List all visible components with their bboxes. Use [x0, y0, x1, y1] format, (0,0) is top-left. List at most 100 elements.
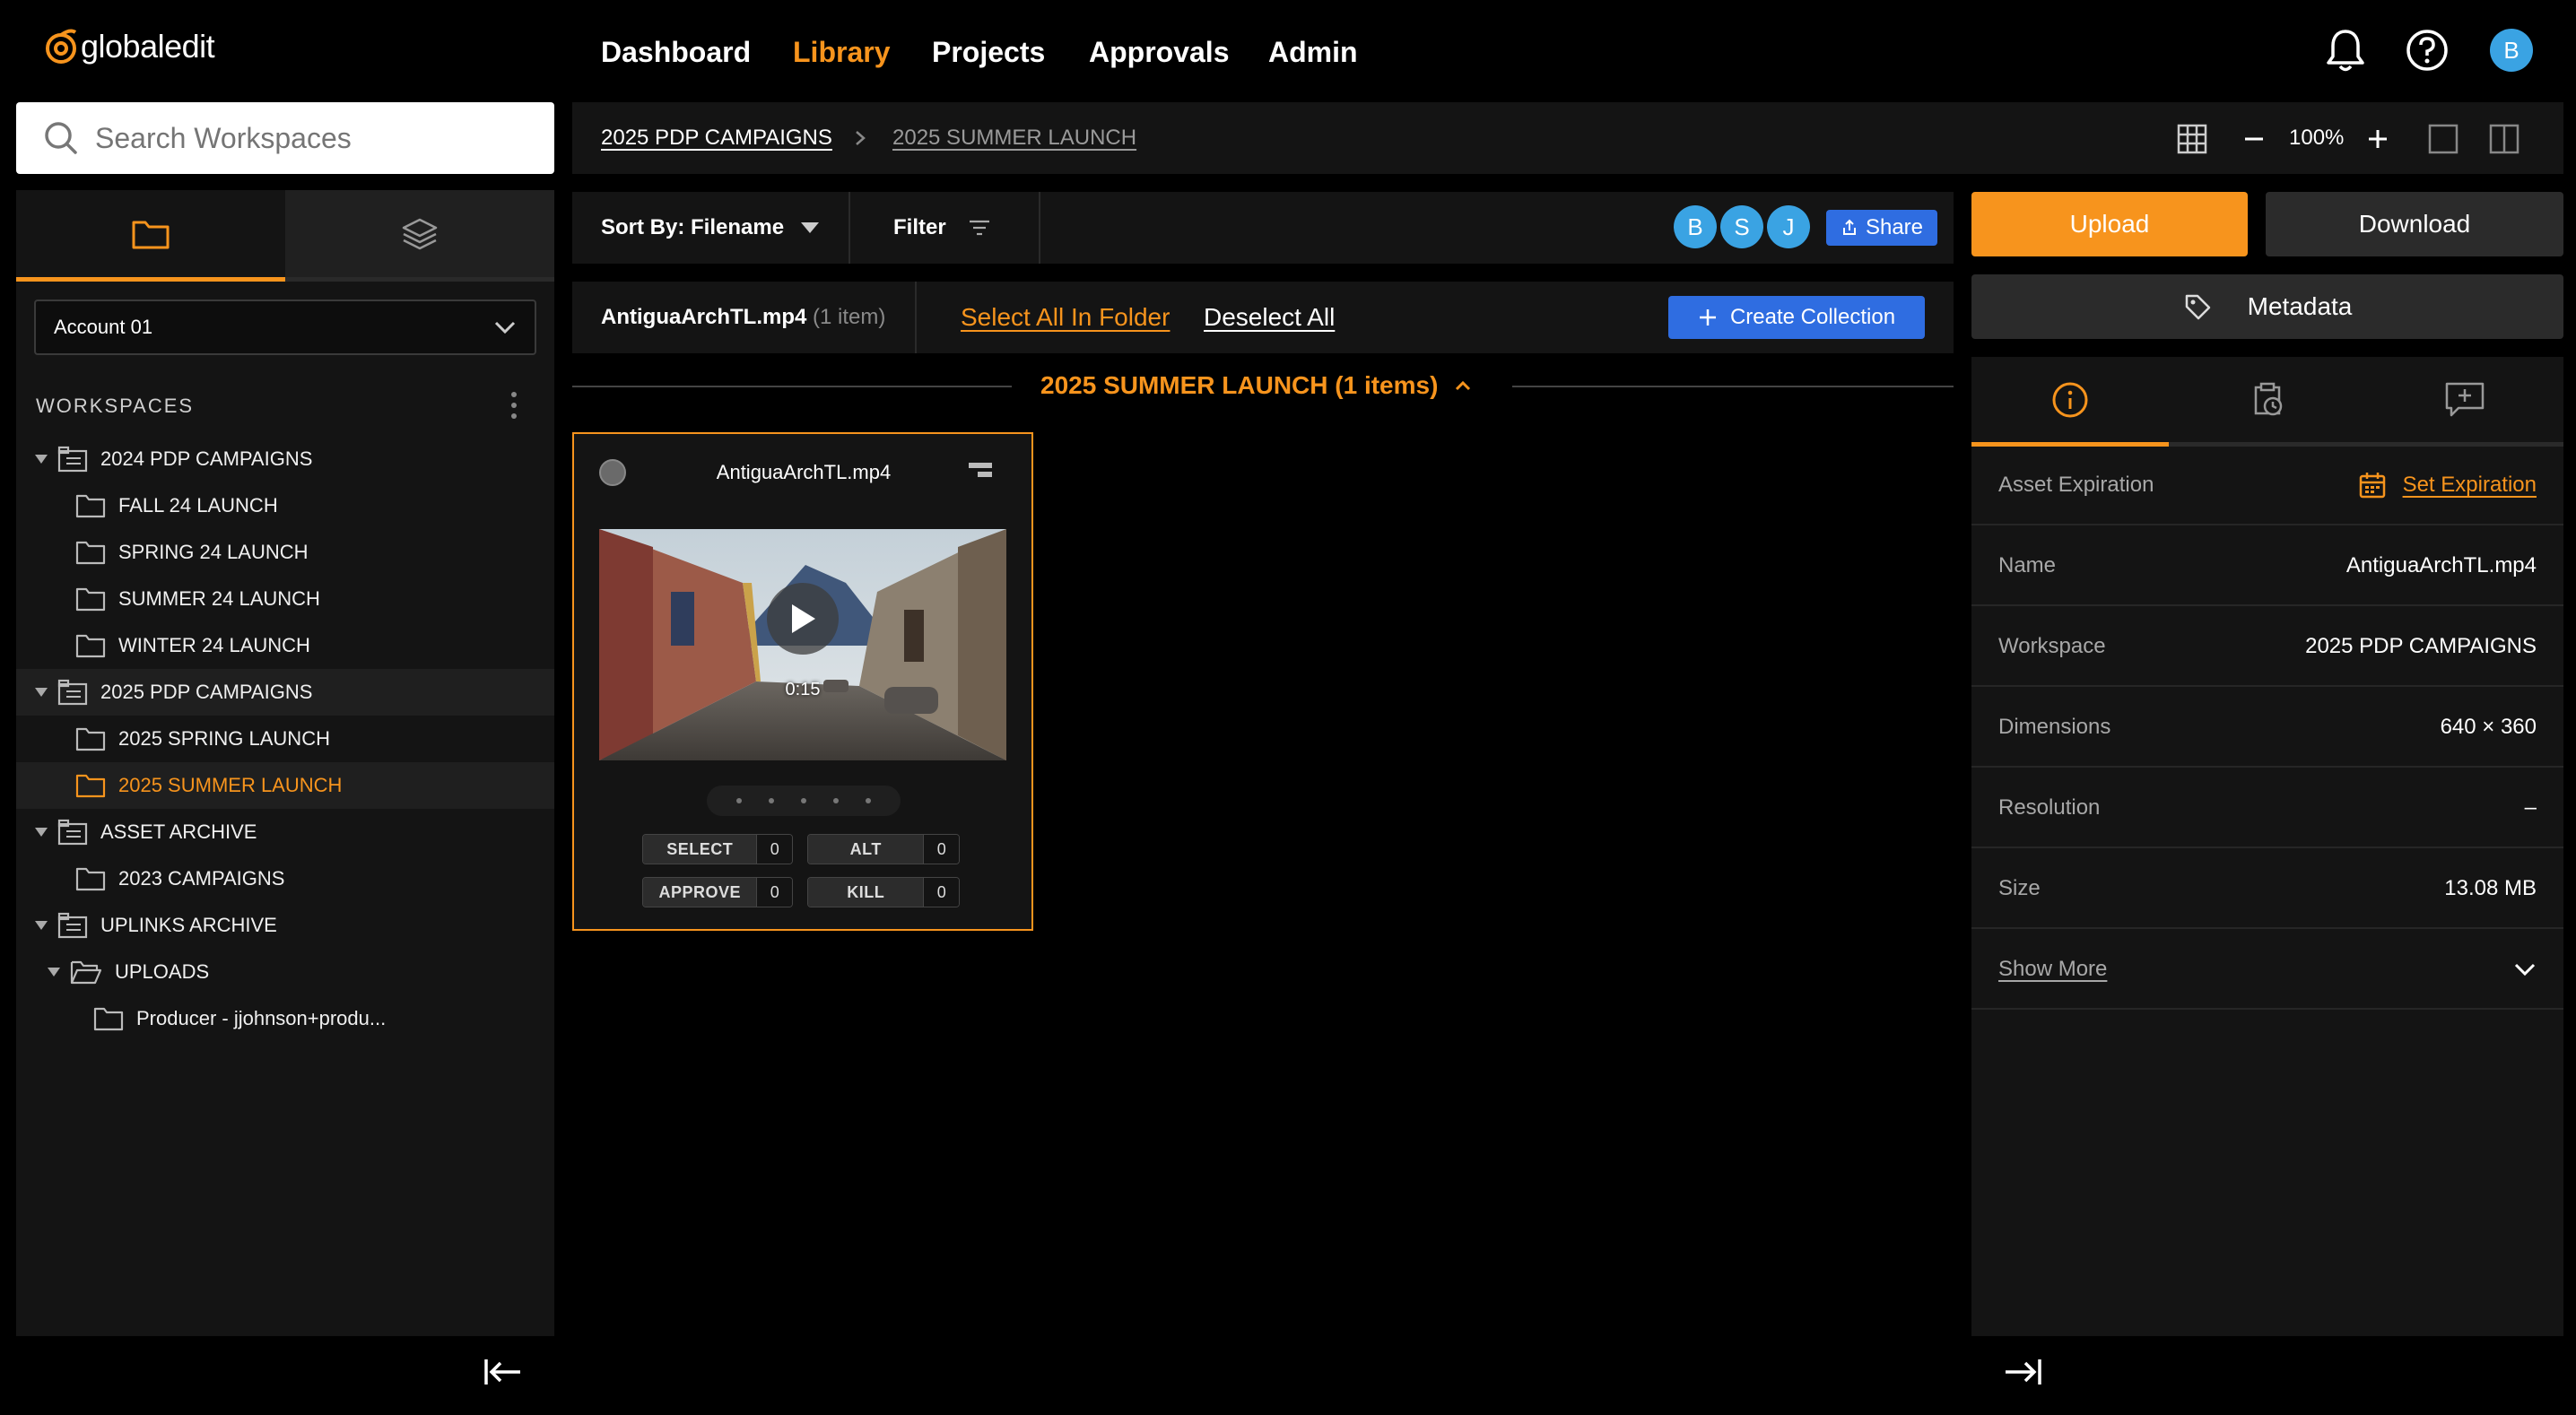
- sort-dropdown[interactable]: Sort By: Filename: [572, 192, 850, 264]
- folder-icon: [75, 867, 106, 891]
- select-all-link[interactable]: Select All In Folder: [961, 303, 1170, 332]
- tab-info[interactable]: [1971, 357, 2169, 447]
- vote-count: 0: [923, 835, 959, 864]
- workspaces-heading: WORKSPACES: [36, 395, 195, 417]
- tree-folder-summer-24[interactable]: SUMMER 24 LAUNCH: [16, 576, 554, 622]
- upload-button[interactable]: Upload: [1971, 192, 2248, 256]
- tree-folder-2025-summer[interactable]: 2025 SUMMER LAUNCH: [16, 762, 554, 809]
- caret-down-icon: [35, 688, 48, 697]
- tab-folders[interactable]: [16, 190, 285, 282]
- vote-select-button[interactable]: SELECT 0: [642, 834, 793, 864]
- detail-row-size: Size 13.08 MB: [1971, 850, 2563, 929]
- collaborator-avatar[interactable]: J: [1767, 205, 1810, 248]
- collapse-left-icon[interactable]: [483, 1356, 524, 1388]
- tree-label: 2024 PDP CAMPAIGNS: [100, 447, 313, 470]
- detail-value: 2025 PDP CAMPAIGNS: [2305, 634, 2537, 658]
- tree-folder-producer[interactable]: Producer - jjohnson+produ...: [16, 995, 554, 1042]
- tree-workspace-asset-archive[interactable]: ASSET ARCHIVE: [16, 809, 554, 855]
- video-thumbnail[interactable]: 0:15: [599, 529, 1006, 760]
- detail-value: –: [2524, 795, 2537, 820]
- deselect-all-link[interactable]: Deselect All: [1204, 303, 1335, 332]
- stack-icon[interactable]: [967, 461, 994, 481]
- asset-filename: AntiguaArchTL.mp4: [716, 461, 892, 483]
- info-icon: [2052, 382, 2088, 417]
- tree-workspace-uplinks-archive[interactable]: UPLINKS ARCHIVE: [16, 902, 554, 949]
- dot[interactable]: [736, 798, 742, 803]
- create-collection-button[interactable]: Create Collection: [1668, 296, 1925, 339]
- tree-label: UPLINKS ARCHIVE: [100, 914, 277, 936]
- help-icon[interactable]: [2406, 29, 2449, 72]
- play-button[interactable]: [767, 583, 839, 655]
- single-pane-icon[interactable]: [2427, 123, 2459, 155]
- nav-dashboard[interactable]: Dashboard: [601, 36, 751, 69]
- expiration-label: Asset Expiration: [1998, 473, 2154, 497]
- nav-approvals[interactable]: Approvals: [1089, 36, 1229, 69]
- brand-logo[interactable]: globaledit: [43, 27, 215, 66]
- vote-label: KILL: [808, 878, 924, 907]
- tree-folder-fall-24[interactable]: FALL 24 LAUNCH: [16, 482, 554, 529]
- detail-key: Name: [1998, 553, 2057, 577]
- tree-folder-winter-24[interactable]: WINTER 24 LAUNCH: [16, 622, 554, 669]
- search-box[interactable]: [16, 102, 554, 174]
- tree-workspace-2024-pdp[interactable]: 2024 PDP CAMPAIGNS: [16, 436, 554, 482]
- split-pane-icon[interactable]: [2488, 123, 2520, 155]
- brand-name: globaledit: [81, 28, 215, 65]
- nav-library[interactable]: Library: [793, 36, 890, 69]
- vote-count: 0: [756, 878, 792, 907]
- tree-folder-2025-spring[interactable]: 2025 SPRING LAUNCH: [16, 716, 554, 762]
- group-header[interactable]: 2025 SUMMER LAUNCH (1 items): [1040, 371, 1472, 400]
- tab-activity[interactable]: [2169, 357, 2366, 447]
- zoom-level: 100%: [2289, 126, 2345, 150]
- dot[interactable]: [769, 798, 774, 803]
- more-vertical-icon[interactable]: [507, 387, 521, 423]
- collapse-right-icon[interactable]: [2002, 1356, 2043, 1388]
- collaborator-avatar[interactable]: S: [1720, 205, 1763, 248]
- show-more-row[interactable]: Show More: [1971, 931, 2563, 1010]
- share-button[interactable]: Share: [1826, 210, 1937, 246]
- folder-icon: [132, 221, 170, 248]
- tree-workspace-2025-pdp[interactable]: 2025 PDP CAMPAIGNS: [16, 669, 554, 716]
- nav-projects[interactable]: Projects: [932, 36, 1045, 69]
- show-more-link[interactable]: Show More: [1998, 957, 2107, 982]
- dot[interactable]: [866, 798, 871, 803]
- tree-folder-uploads[interactable]: UPLOADS: [16, 949, 554, 995]
- download-button[interactable]: Download: [2266, 192, 2563, 256]
- breadcrumb-parent[interactable]: 2025 PDP CAMPAIGNS: [601, 126, 832, 151]
- vote-approve-button[interactable]: APPROVE 0: [642, 877, 793, 907]
- zoom-out-icon[interactable]: [2242, 127, 2266, 151]
- pagination-dots: [707, 786, 901, 816]
- zoom-in-icon[interactable]: [2366, 127, 2389, 151]
- folder-icon: [93, 1007, 124, 1031]
- account-select[interactable]: Account 01: [34, 299, 536, 355]
- user-avatar[interactable]: B: [2490, 29, 2533, 72]
- clipboard-clock-icon: [2254, 382, 2283, 415]
- collaborator-avatar[interactable]: B: [1674, 205, 1717, 248]
- caret-down-icon: [35, 828, 48, 837]
- metadata-button[interactable]: Metadata: [1971, 274, 2563, 339]
- tab-layers[interactable]: [285, 190, 554, 282]
- tab-comments[interactable]: [2366, 357, 2563, 447]
- grid-view-icon[interactable]: [2176, 123, 2208, 155]
- breadcrumb-current[interactable]: 2025 SUMMER LAUNCH: [892, 126, 1136, 151]
- nav-admin[interactable]: Admin: [1268, 36, 1358, 69]
- dot[interactable]: [833, 798, 839, 803]
- dot[interactable]: [801, 798, 806, 803]
- globaledit-logo-icon: [46, 29, 77, 64]
- bell-icon[interactable]: [2325, 27, 2366, 74]
- search-input[interactable]: [95, 121, 526, 155]
- folder-open-icon: [70, 960, 102, 985]
- detail-value: 13.08 MB: [2444, 876, 2537, 900]
- vote-alt-button[interactable]: ALT 0: [807, 834, 960, 864]
- set-expiration-link[interactable]: Set Expiration: [2358, 471, 2537, 499]
- vote-label: SELECT: [643, 835, 757, 864]
- folder-icon: [75, 494, 106, 518]
- tree-folder-2023-campaigns[interactable]: 2023 CAMPAIGNS: [16, 855, 554, 902]
- workspace-icon: [57, 679, 88, 706]
- asset-card[interactable]: AntiguaArchTL.mp4 0:15 SELECT 0 ALT 0 AP…: [572, 432, 1033, 931]
- tree-label: 2025 SPRING LAUNCH: [118, 727, 330, 750]
- filter-button[interactable]: Filter: [850, 192, 1040, 264]
- tree-folder-spring-24[interactable]: SPRING 24 LAUNCH: [16, 529, 554, 576]
- vote-kill-button[interactable]: KILL 0: [807, 877, 960, 907]
- caret-down-icon: [35, 455, 48, 464]
- vote-label: APPROVE: [643, 878, 757, 907]
